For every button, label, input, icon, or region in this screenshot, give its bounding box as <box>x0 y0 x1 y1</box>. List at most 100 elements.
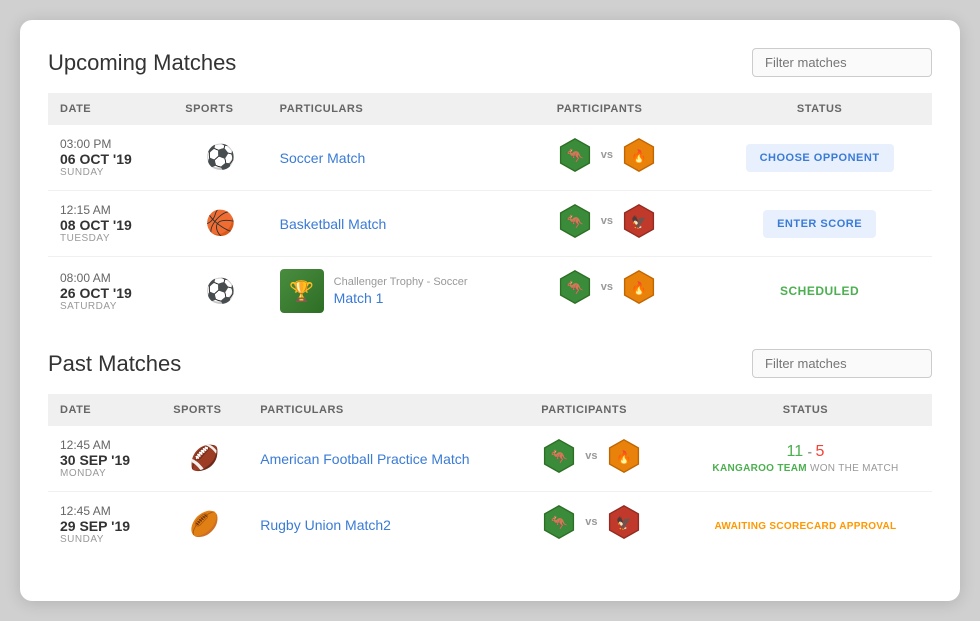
svg-text:🦘: 🦘 <box>550 514 568 531</box>
team1-hex: 🦘 <box>541 438 577 474</box>
col-status-upcoming: STATUS <box>707 93 932 125</box>
match-time: 12:45 AM <box>60 504 149 518</box>
svg-text:🦅: 🦅 <box>616 515 632 530</box>
date-cell: 12:45 AM 30 SEP '19 MONDAY <box>48 426 161 492</box>
match-time: 08:00 AM <box>60 271 161 285</box>
team1-hex: 🦘 <box>557 203 593 239</box>
match-day: MONDAY <box>60 468 149 479</box>
sport-emoji-icon: 🏈 <box>190 445 220 472</box>
match-day: SUNDAY <box>60 167 161 178</box>
match-info: Challenger Trophy - Soccer Match 1 <box>334 276 468 306</box>
col-particulars-upcoming: PARTICULARS <box>268 93 545 125</box>
team1-hex: 🦘 <box>541 504 577 540</box>
sport-icon-cell: 🏈 <box>161 426 248 492</box>
team2-hex: 🦅 <box>606 504 642 540</box>
team1-hex: 🦘 <box>557 269 593 305</box>
choose-opponent-button[interactable]: CHOOSE OPPONENT <box>746 144 894 172</box>
match-name[interactable]: Match 1 <box>334 290 468 306</box>
particulars-inner: Basketball Match <box>280 216 533 232</box>
upcoming-filter-input[interactable] <box>752 48 932 77</box>
team2-hex: 🔥 <box>621 269 657 305</box>
match-date: 26 OCT '19 <box>60 285 161 301</box>
match-info: Rugby Union Match2 <box>260 517 391 533</box>
match-date: 08 OCT '19 <box>60 217 161 233</box>
match-name[interactable]: Basketball Match <box>280 216 387 232</box>
particulars-cell: American Football Practice Match <box>248 426 529 492</box>
particulars-cell: 🏆 Challenger Trophy - Soccer Match 1 <box>268 257 545 326</box>
team2-hex: 🔥 <box>606 438 642 474</box>
match-day: TUESDAY <box>60 233 161 244</box>
sport-emoji-icon: 🏀 <box>206 210 236 237</box>
participants-cell: 🦘 vs 🦅 <box>529 492 679 552</box>
particulars-inner: Rugby Union Match2 <box>260 517 517 533</box>
vs-text: vs <box>601 149 613 161</box>
upcoming-header: Upcoming Matches <box>48 48 932 77</box>
winner-team: KANGAROO TEAM <box>712 463 806 474</box>
svg-text:🔥: 🔥 <box>631 280 647 295</box>
participants-cell: 🦘 vs 🔥 <box>529 426 679 486</box>
team1-hex: 🦘 <box>557 137 593 173</box>
scheduled-status: SCHEDULED <box>780 284 859 298</box>
svg-text:🦘: 🦘 <box>566 213 584 230</box>
match-time: 12:15 AM <box>60 203 161 217</box>
table-row: 08:00 AM 26 OCT '19 SATURDAY ⚽ 🏆 Challen… <box>48 257 932 326</box>
match-day: SATURDAY <box>60 301 161 312</box>
col-sports-past: SPORTS <box>161 394 248 426</box>
team2-hex: 🦅 <box>621 203 657 239</box>
won-text: KANGAROO TEAM WON THE MATCH <box>691 463 920 474</box>
col-participants-past: PARTICIPANTS <box>529 394 679 426</box>
table-row: 12:45 AM 30 SEP '19 MONDAY 🏈 American Fo… <box>48 426 932 492</box>
svg-text:🦘: 🦘 <box>550 448 568 465</box>
match-name[interactable]: Soccer Match <box>280 150 366 166</box>
won-suffix: WON THE MATCH <box>810 463 899 474</box>
awaiting-status: AWAITING SCORECARD APPROVAL <box>714 521 896 532</box>
thumbnail-inner: 🏆 <box>280 269 324 313</box>
main-container: Upcoming Matches DATE SPORTS PARTICULARS… <box>20 20 960 601</box>
status-cell: AWAITING SCORECARD APPROVAL <box>679 492 932 558</box>
score-lose: 5 <box>816 443 825 460</box>
svg-text:🔥: 🔥 <box>631 148 647 163</box>
table-row: 03:00 PM 06 OCT '19 SUNDAY ⚽ Soccer Matc… <box>48 125 932 191</box>
match-date: 06 OCT '19 <box>60 151 161 167</box>
sport-icon-cell: ⚽ <box>173 257 267 326</box>
status-cell: SCHEDULED <box>707 257 932 326</box>
past-table: DATE SPORTS PARTICULARS PARTICIPANTS STA… <box>48 394 932 557</box>
sport-emoji-icon: ⚽ <box>206 278 236 305</box>
score-separator: - <box>808 444 816 459</box>
col-date-past: DATE <box>48 394 161 426</box>
particulars-cell: Basketball Match <box>268 191 545 257</box>
match-date: 29 SEP '19 <box>60 518 149 534</box>
match-info: American Football Practice Match <box>260 451 469 467</box>
particulars-cell: Soccer Match <box>268 125 545 191</box>
upcoming-title: Upcoming Matches <box>48 50 236 76</box>
particulars-cell: Rugby Union Match2 <box>248 492 529 558</box>
vs-text: vs <box>585 450 597 462</box>
sport-icon-cell: 🏀 <box>173 191 267 257</box>
svg-text:🦘: 🦘 <box>566 279 584 296</box>
match-day: SUNDAY <box>60 534 149 545</box>
upcoming-table: DATE SPORTS PARTICULARS PARTICIPANTS STA… <box>48 93 932 325</box>
date-cell: 08:00 AM 26 OCT '19 SATURDAY <box>48 257 173 326</box>
status-cell: 11 - 5 KANGAROO TEAM WON THE MATCH <box>679 426 932 492</box>
svg-text:🦅: 🦅 <box>631 214 647 229</box>
vs-text: vs <box>601 215 613 227</box>
enter-score-button[interactable]: ENTER SCORE <box>763 210 876 238</box>
date-cell: 12:45 AM 29 SEP '19 SUNDAY <box>48 492 161 558</box>
upcoming-table-header-row: DATE SPORTS PARTICULARS PARTICIPANTS STA… <box>48 93 932 125</box>
date-cell: 03:00 PM 06 OCT '19 SUNDAY <box>48 125 173 191</box>
status-cell: CHOOSE OPPONENT <box>707 125 932 191</box>
match-name[interactable]: Rugby Union Match2 <box>260 517 391 533</box>
col-particulars-past: PARTICULARS <box>248 394 529 426</box>
svg-text:🔥: 🔥 <box>616 449 632 464</box>
match-name[interactable]: American Football Practice Match <box>260 451 469 467</box>
past-filter-input[interactable] <box>752 349 932 378</box>
past-title: Past Matches <box>48 351 181 377</box>
svg-text:🦘: 🦘 <box>566 147 584 164</box>
match-thumbnail: 🏆 <box>280 269 324 313</box>
match-label: Challenger Trophy - Soccer <box>334 276 468 288</box>
particulars-inner: Soccer Match <box>280 150 533 166</box>
sport-icon-cell: 🏉 <box>161 492 248 558</box>
past-header: Past Matches <box>48 349 932 378</box>
match-date: 30 SEP '19 <box>60 452 149 468</box>
past-table-header-row: DATE SPORTS PARTICULARS PARTICIPANTS STA… <box>48 394 932 426</box>
